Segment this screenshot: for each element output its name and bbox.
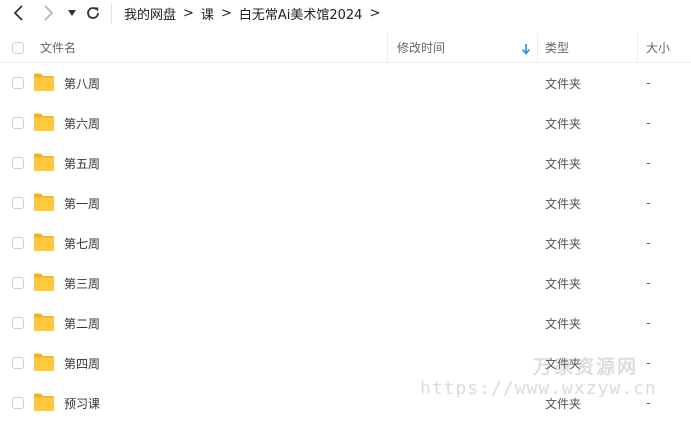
table-row[interactable]: 第三周 文件夹 - <box>0 263 691 303</box>
file-type: 文件夹 <box>545 276 582 291</box>
breadcrumb-separator: > <box>369 6 381 21</box>
folder-name[interactable]: 第八周 <box>64 63 100 103</box>
navigation-bar: 我的网盘 > 课 > 白无常Ai美术馆2024 > <box>0 0 691 27</box>
folder-icon <box>34 113 54 131</box>
row-checkbox[interactable] <box>12 277 24 289</box>
row-checkbox[interactable] <box>12 157 24 169</box>
select-all-cell <box>12 33 24 62</box>
file-size: - <box>646 116 651 130</box>
row-checkbox[interactable] <box>12 317 24 329</box>
file-type: 文件夹 <box>545 196 582 211</box>
file-size: - <box>646 396 651 410</box>
file-browser: 我的网盘 > 课 > 白无常Ai美术馆2024 > 文件名 修改时间 类型 大小… <box>0 0 691 425</box>
file-size: - <box>646 156 651 170</box>
nav-divider <box>111 3 112 23</box>
dropdown-caret-icon[interactable] <box>62 2 82 24</box>
column-divider[interactable] <box>537 33 538 62</box>
folder-name[interactable]: 第二周 <box>64 303 100 343</box>
folder-icon <box>34 313 54 331</box>
folder-icon <box>34 193 54 211</box>
folder-icon <box>34 273 54 291</box>
table-row[interactable]: 预习课 文件夹 - <box>0 383 691 423</box>
breadcrumb-item-course[interactable]: 课 <box>201 4 214 23</box>
column-header-modified-time[interactable]: 修改时间 <box>397 33 535 62</box>
file-size: - <box>646 196 651 210</box>
folder-name[interactable]: 第七周 <box>64 223 100 263</box>
folder-icon <box>34 353 54 371</box>
folder-name[interactable]: 第一周 <box>64 183 100 223</box>
file-type: 文件夹 <box>545 396 582 411</box>
refresh-icon[interactable] <box>82 2 104 24</box>
breadcrumb-separator: > <box>183 6 194 21</box>
table-row[interactable]: 第一周 文件夹 - <box>0 183 691 223</box>
column-header-type[interactable]: 类型 <box>545 33 569 62</box>
forward-arrow-icon[interactable] <box>37 2 59 24</box>
file-size: - <box>646 316 651 330</box>
file-type: 文件夹 <box>545 156 582 171</box>
folder-name[interactable]: 第六周 <box>64 103 100 143</box>
folder-name[interactable]: 预习课 <box>64 383 100 423</box>
row-checkbox[interactable] <box>12 197 24 209</box>
table-row[interactable]: 第五周 文件夹 - <box>0 143 691 183</box>
row-checkbox[interactable] <box>12 397 24 409</box>
row-checkbox[interactable] <box>12 117 24 129</box>
file-list-header: 文件名 修改时间 类型 大小 <box>0 33 691 63</box>
folder-icon <box>34 153 54 171</box>
row-checkbox[interactable] <box>12 357 24 369</box>
folder-name[interactable]: 第五周 <box>64 143 100 183</box>
table-row[interactable]: 第六周 文件夹 - <box>0 103 691 143</box>
table-row[interactable]: 第八周 文件夹 - <box>0 63 691 103</box>
file-list: 第八周 文件夹 - 第六周 文件夹 - 第五周 文件夹 - 第一周 文件夹 - … <box>0 63 691 423</box>
back-arrow-icon[interactable] <box>8 2 30 24</box>
file-type: 文件夹 <box>545 236 582 251</box>
folder-icon <box>34 73 54 91</box>
folder-name[interactable]: 第四周 <box>64 343 100 383</box>
file-size: - <box>646 76 651 90</box>
file-size: - <box>646 356 651 370</box>
table-row[interactable]: 第七周 文件夹 - <box>0 223 691 263</box>
column-header-name[interactable]: 文件名 <box>40 33 76 62</box>
select-all-checkbox[interactable] <box>12 41 24 54</box>
folder-name[interactable]: 第三周 <box>64 263 100 303</box>
breadcrumb-item-my-drive[interactable]: 我的网盘 <box>124 4 176 23</box>
column-header-size[interactable]: 大小 <box>646 33 670 62</box>
file-type: 文件夹 <box>545 116 582 131</box>
sort-down-arrow-icon[interactable] <box>521 40 531 59</box>
row-checkbox[interactable] <box>12 77 24 89</box>
file-size: - <box>646 236 651 250</box>
folder-icon <box>34 393 54 411</box>
table-row[interactable]: 第二周 文件夹 - <box>0 303 691 343</box>
breadcrumb-separator: > <box>220 6 232 21</box>
column-divider[interactable] <box>387 33 388 62</box>
file-type: 文件夹 <box>545 356 582 371</box>
folder-icon <box>34 233 54 251</box>
breadcrumb-item-current-folder[interactable]: 白无常Ai美术馆2024 <box>239 4 363 23</box>
row-checkbox[interactable] <box>12 237 24 249</box>
column-divider[interactable] <box>637 33 638 62</box>
file-size: - <box>646 276 651 290</box>
file-type: 文件夹 <box>545 76 582 91</box>
breadcrumb: 我的网盘 > 课 > 白无常Ai美术馆2024 > <box>124 0 387 27</box>
file-type: 文件夹 <box>545 316 582 331</box>
table-row[interactable]: 第四周 文件夹 - <box>0 343 691 383</box>
